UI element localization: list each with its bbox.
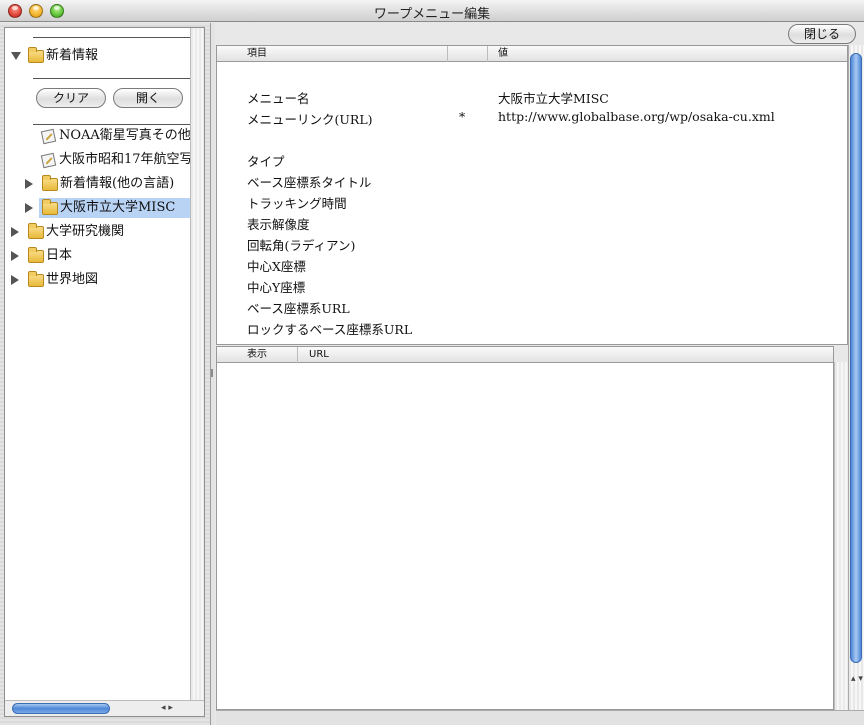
tree-item-japan[interactable]: 日本 bbox=[5, 246, 190, 266]
main-vertical-scroll-thumb[interactable] bbox=[850, 53, 862, 663]
tree-divider-bottom bbox=[33, 124, 191, 125]
url-list-header: 表示 URL bbox=[217, 347, 833, 363]
main-vertical-scrollbar[interactable]: ▴ ▾ bbox=[848, 45, 864, 710]
splitter-grip-icon[interactable]: ‖ bbox=[210, 368, 214, 378]
tree-item-label: 大阪市昭和17年航空写 bbox=[59, 152, 190, 167]
tree-item-label: 新着情報(他の言語) bbox=[60, 176, 175, 191]
tree-item-label: NOAA衛星写真その他 bbox=[59, 128, 190, 143]
disclosure-closed-icon[interactable] bbox=[11, 251, 19, 261]
property-name[interactable]: 中心X座標 bbox=[247, 256, 306, 275]
window-title: ワープメニュー編集 bbox=[373, 7, 491, 22]
column-header-display[interactable]: 表示 bbox=[241, 347, 267, 363]
tree-pane: 新着情報 クリア 開く NOAA衛星写真その他 大阪市昭和17年航空写 新着情報… bbox=[0, 23, 211, 725]
tree-item-label: 大阪市立大学MISC bbox=[60, 200, 176, 215]
property-name[interactable]: ロックするベース座標系URL bbox=[247, 319, 412, 338]
title-bar: ワープメニュー編集 bbox=[0, 0, 864, 22]
folder-icon bbox=[42, 199, 58, 215]
property-name[interactable]: ベース座標系URL bbox=[247, 298, 350, 317]
property-name[interactable]: メニュー名 bbox=[247, 88, 310, 107]
disclosure-closed-icon[interactable] bbox=[11, 275, 19, 285]
tree-item-label: 大学研究機関 bbox=[46, 224, 125, 239]
column-header-value[interactable]: 値 bbox=[492, 46, 508, 62]
column-header-url[interactable]: URL bbox=[303, 347, 329, 363]
folder-icon bbox=[28, 47, 44, 63]
tree-divider-middle bbox=[33, 78, 191, 79]
tree-item-osaka-aerial[interactable]: 大阪市昭和17年航空写 bbox=[35, 150, 190, 170]
column-separator bbox=[447, 46, 448, 62]
url-list-vertical-scrollbar[interactable] bbox=[834, 362, 848, 710]
scroll-arrow-buttons[interactable]: ▴ ▾ bbox=[851, 673, 863, 686]
document-icon bbox=[40, 152, 57, 169]
open-button[interactable]: 開く bbox=[113, 88, 183, 108]
disclosure-closed-icon[interactable] bbox=[25, 203, 33, 213]
tree-item-universities[interactable]: 大学研究機関 bbox=[5, 222, 190, 242]
bottom-scroll-strip bbox=[216, 710, 864, 725]
property-name[interactable]: メニューリンク(URL) bbox=[247, 109, 373, 128]
tree-item-osaka-cu-misc[interactable]: 大阪市立大学MISC bbox=[39, 198, 190, 218]
folder-icon bbox=[28, 271, 44, 287]
column-separator bbox=[297, 347, 298, 363]
property-value[interactable]: http://www.globalbase.org/wp/osaka-cu.xm… bbox=[498, 109, 775, 124]
disclosure-closed-icon[interactable] bbox=[11, 227, 19, 237]
tree-item-root[interactable]: 新着情報 bbox=[5, 46, 190, 66]
menu-tree: 新着情報 クリア 開く NOAA衛星写真その他 大阪市昭和17年航空写 新着情報… bbox=[4, 27, 205, 717]
properties-table: 項目 値 メニュー名 大阪市立大学MISC メニューリンク(URL) * htt… bbox=[216, 45, 848, 345]
tree-item-label: 日本 bbox=[46, 248, 73, 263]
tree-horizontal-scroll-thumb[interactable] bbox=[12, 703, 110, 714]
scroll-arrow-buttons[interactable]: ◂ ▸ bbox=[161, 702, 191, 715]
folder-icon bbox=[28, 247, 44, 263]
column-separator bbox=[487, 46, 488, 62]
tree-item-label: 世界地図 bbox=[46, 272, 99, 287]
properties-header: 項目 値 bbox=[217, 46, 847, 62]
document-icon bbox=[40, 128, 57, 145]
folder-icon bbox=[28, 223, 44, 239]
tree-vertical-scrollbar[interactable] bbox=[190, 28, 204, 700]
tree-item-world-map[interactable]: 世界地図 bbox=[5, 270, 190, 290]
close-button[interactable]: 閉じる bbox=[788, 24, 856, 44]
property-name[interactable]: タイプ bbox=[247, 151, 285, 170]
property-name[interactable]: 表示解像度 bbox=[247, 214, 310, 233]
column-header-item[interactable]: 項目 bbox=[241, 46, 267, 62]
property-name[interactable]: ベース座標系タイトル bbox=[247, 172, 371, 191]
clear-button[interactable]: クリア bbox=[36, 88, 106, 108]
tree-horizontal-scrollbar[interactable]: ◂ ▸ bbox=[5, 700, 204, 716]
property-name[interactable]: 回転角(ラディアン) bbox=[247, 235, 355, 254]
tree-item-noaa[interactable]: NOAA衛星写真その他 bbox=[35, 126, 190, 146]
property-name[interactable]: トラッキング時間 bbox=[247, 193, 347, 212]
property-flag: * bbox=[459, 109, 466, 124]
disclosure-closed-icon[interactable] bbox=[25, 179, 33, 189]
property-name[interactable]: 中心Y座標 bbox=[247, 277, 305, 296]
property-value[interactable]: 大阪市立大学MISC bbox=[498, 88, 609, 107]
tree-item-label: 新着情報 bbox=[46, 48, 99, 63]
disclosure-open-icon[interactable] bbox=[11, 52, 21, 60]
folder-icon bbox=[42, 175, 58, 191]
tree-item-other-languages[interactable]: 新着情報(他の言語) bbox=[21, 174, 190, 194]
tree-divider-top bbox=[33, 37, 191, 38]
url-list-table[interactable]: 表示 URL bbox=[216, 346, 834, 710]
